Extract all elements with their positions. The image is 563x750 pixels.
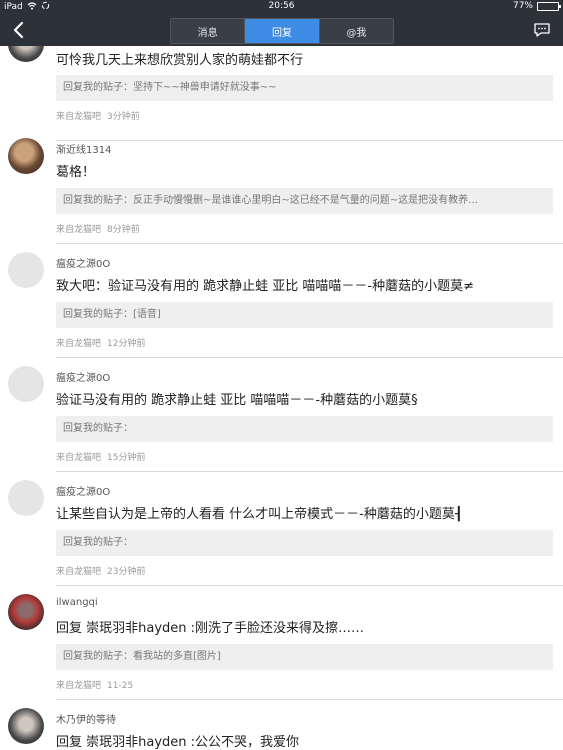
reply-time: 3分钟前	[107, 112, 140, 122]
quoted-post[interactable]: 回复我的贴子：坚持下~~神兽申请好就没事~~	[56, 75, 553, 101]
tab-messages[interactable]: 消息	[171, 19, 246, 43]
nav-bar: 消息 回复 @我	[0, 14, 563, 46]
reply-time: 23分钟前	[107, 567, 146, 577]
reply-source: 来自龙猫吧	[56, 225, 102, 235]
reply-meta: 来自龙猫吧 23分钟前	[56, 564, 145, 577]
reply-username[interactable]: 木乃伊的等待	[56, 711, 116, 726]
status-time: 20:56	[268, 1, 295, 11]
avatar[interactable]	[8, 480, 44, 516]
quoted-post[interactable]: 回复我的贴子：	[56, 416, 553, 442]
quoted-post[interactable]: 回复我的贴子：	[56, 530, 553, 556]
battery-percent: 77%	[512, 1, 533, 11]
reply-username[interactable]: ilwangqi	[56, 597, 98, 608]
reply-source: 来自龙猫吧	[56, 112, 102, 122]
avatar[interactable]	[8, 138, 44, 174]
quoted-post[interactable]: 回复我的贴子：看我站的多直[图片]	[56, 644, 553, 670]
tab-replies[interactable]: 回复	[245, 19, 320, 43]
tab-mentions[interactable]: @我	[319, 19, 393, 43]
reply-item[interactable]: 渐近线1314 葛格！ 回复我的贴子：反正手动慢慢删~是谁谁心里明白~这已经不是…	[0, 130, 563, 244]
reply-source: 来自龙猫吧	[56, 681, 102, 691]
reply-item[interactable]: 瘟疫之源0O 验证马没有用的 跪求静止蛙 亚比 喵喵喵－－-种蘑菇的小题莫§ 回…	[0, 358, 563, 472]
avatar[interactable]	[8, 594, 44, 630]
avatar[interactable]	[8, 46, 44, 62]
reply-content: 验证马没有用的 跪求静止蛙 亚比 喵喵喵－－-种蘑菇的小题莫§	[56, 393, 418, 408]
reply-time: 8分钟前	[107, 225, 140, 235]
reply-item[interactable]: 木乃伊的等待 回复 崇珉羽非hayden :公公不哭，我爱你	[0, 700, 563, 750]
reply-source: 来自龙猫吧	[56, 567, 102, 577]
chat-bubble-icon	[534, 23, 550, 37]
avatar[interactable]	[8, 366, 44, 402]
reply-content: 回复 崇珉羽非hayden :公公不哭，我爱你	[56, 735, 300, 750]
reply-content: 可怜我几天上来想欣赏别人家的萌娃都不行	[56, 53, 304, 68]
reply-meta: 来自龙猫吧 3分钟前	[56, 109, 140, 122]
back-button[interactable]	[6, 16, 30, 44]
chat-button[interactable]	[529, 17, 555, 43]
reply-username[interactable]: 瘟疫之源0O	[56, 369, 110, 384]
reply-list: 可怜我几天上来想欣赏别人家的萌娃都不行 回复我的贴子：坚持下~~神兽申请好就没事…	[0, 46, 563, 750]
status-bar: iPad 20:56 77%	[0, 0, 563, 14]
reply-item[interactable]: 瘟疫之源0O 让某些自认为是上帝的人看看 什么才叫上帝模式－－-种蘑菇的小题莫┨…	[0, 472, 563, 586]
reply-meta: 来自龙猫吧 12分钟前	[56, 336, 145, 349]
reply-meta: 来自龙猫吧 11-25	[56, 678, 133, 691]
reply-meta: 来自龙猫吧 8分钟前	[56, 222, 140, 235]
reply-username[interactable]: 瘟疫之源0O	[56, 483, 110, 498]
reply-time: 12分钟前	[107, 339, 146, 349]
reply-content: 葛格！	[56, 165, 96, 180]
reply-time: 11-25	[107, 681, 134, 691]
quoted-post[interactable]: 回复我的贴子：[语音]	[56, 302, 553, 328]
reply-source: 来自龙猫吧	[56, 453, 102, 463]
reply-time: 15分钟前	[107, 453, 146, 463]
chevron-left-icon	[13, 21, 24, 39]
reply-content: 回复 崇珉羽非hayden :刚洗了手脸还没来得及擦……	[56, 621, 365, 636]
reply-item[interactable]: 瘟疫之源0O 致大吧：验证马没有用的 跪求静止蛙 亚比 喵喵喵－－-种蘑菇的小题…	[0, 244, 563, 358]
reply-username[interactable]: 渐近线1314	[56, 141, 111, 156]
reply-source: 来自龙猫吧	[56, 339, 102, 349]
avatar[interactable]	[8, 708, 44, 744]
reply-item[interactable]: ilwangqi 回复 崇珉羽非hayden :刚洗了手脸还没来得及擦…… 回复…	[0, 586, 563, 700]
quoted-post[interactable]: 回复我的贴子：反正手动慢慢删~是谁谁心里明白~这已经不是气量的问题~这是把没有教…	[56, 188, 553, 214]
reply-content: 致大吧：验证马没有用的 跪求静止蛙 亚比 喵喵喵－－-种蘑菇的小题莫≠	[56, 279, 474, 294]
avatar[interactable]	[8, 252, 44, 288]
reply-content: 让某些自认为是上帝的人看看 什么才叫上帝模式－－-种蘑菇的小题莫┨	[56, 507, 463, 522]
battery-icon	[537, 1, 561, 11]
reply-meta: 来自龙猫吧 15分钟前	[56, 450, 145, 463]
segmented-tabs: 消息 回复 @我	[170, 18, 394, 44]
reply-username[interactable]: 瘟疫之源0O	[56, 255, 110, 270]
reply-item[interactable]: 可怜我几天上来想欣赏别人家的萌娃都不行 回复我的贴子：坚持下~~神兽申请好就没事…	[0, 46, 563, 141]
